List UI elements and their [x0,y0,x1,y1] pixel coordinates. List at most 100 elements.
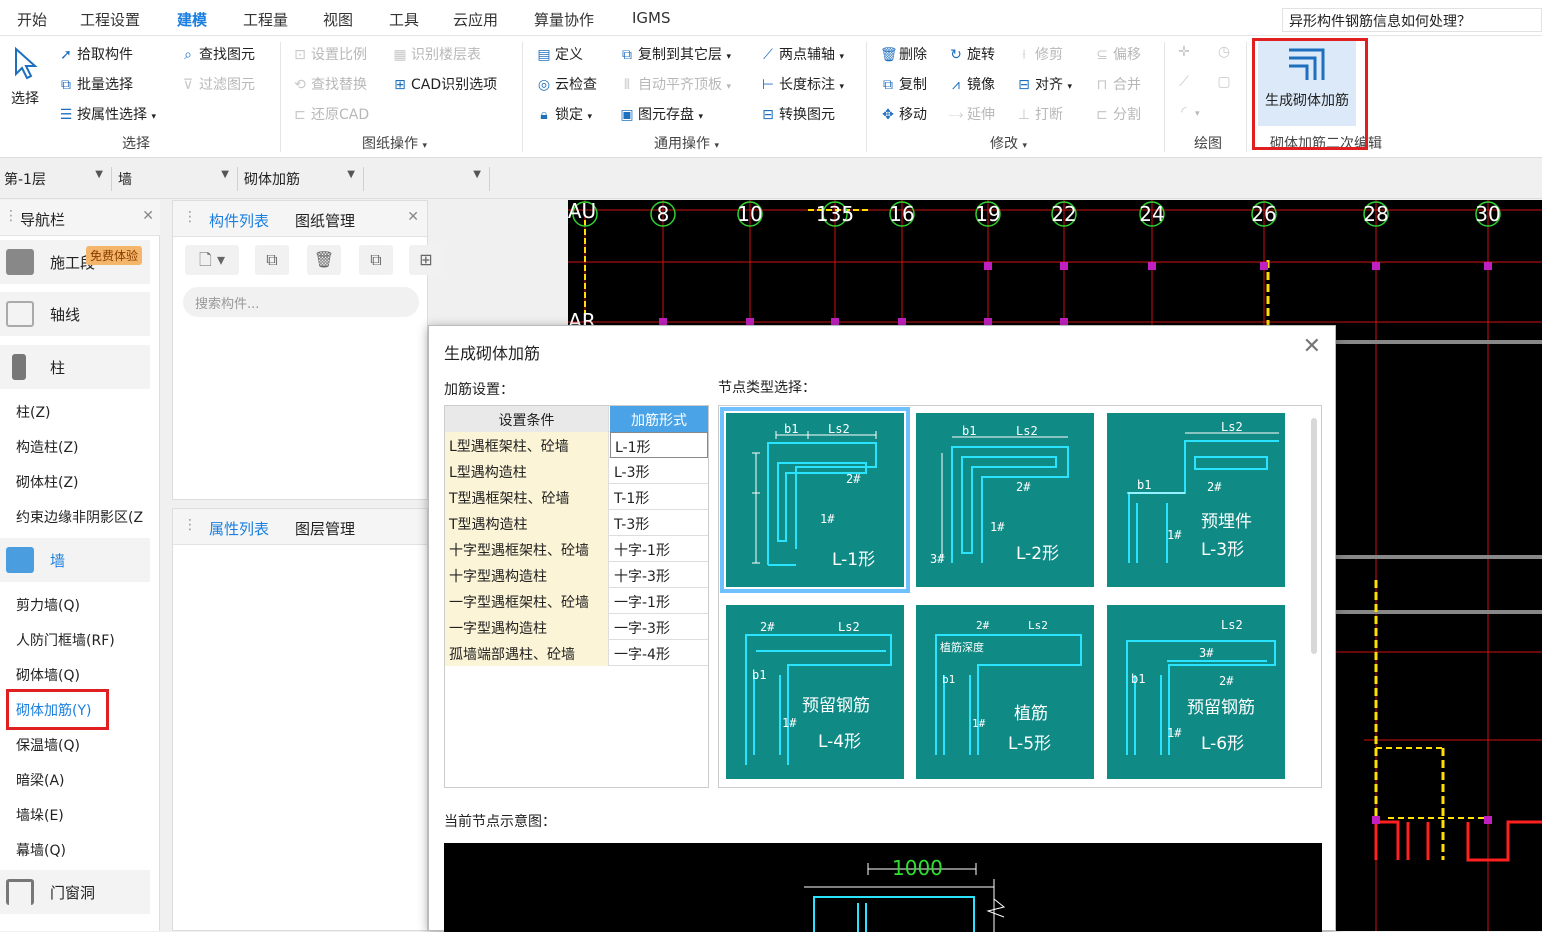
trim-button[interactable]: ⟊ 修剪 [1016,44,1063,64]
nav-item-shear-wall[interactable]: 剪力墙(Q) [16,595,80,615]
menu-igms[interactable]: IGMS [632,9,671,27]
menu-project-settings[interactable]: 工程设置 [80,9,140,30]
group-common-label[interactable]: 通用操作 ▾ [654,133,719,153]
nav-item-civil-defense-wall[interactable]: 人防门框墙(RF) [16,630,115,650]
nav-item-insulation-wall[interactable]: 保温墙(Q) [16,735,80,755]
nav-item-column[interactable]: 柱(Z) [16,402,51,422]
tab-drawing-management[interactable]: 图纸管理 [295,210,355,231]
move-button[interactable]: ✥ 移动 [880,104,927,124]
component-search-input[interactable]: 搜索构件... [183,287,419,317]
recognize-floor-button[interactable]: ▦ 识别楼层表 [392,44,481,64]
filter-component-button[interactable]: ⊞ [409,245,443,275]
tab-component-list[interactable]: 构件列表 [209,210,269,231]
batch-select-button[interactable]: ⧉ 批量选择 [58,74,133,94]
tab-property-list[interactable]: 属性列表 [209,518,269,539]
nav-item-hidden-beam[interactable]: 暗梁(A) [16,770,65,790]
subtype-select[interactable]: 砌体加筋 ▼ [240,167,364,191]
form-cell[interactable]: T-3形 [610,510,708,536]
nav-item-masonry-column[interactable]: 砌体柱(Z) [16,472,79,492]
merge-button[interactable]: ⊓ 合并 [1094,74,1141,94]
element-save-button[interactable]: ▣ 图元存盘 ▾ [619,104,703,124]
table-row[interactable]: L型遇框架柱、砼墙 L-1形 [445,432,708,458]
layer-copy-button[interactable]: ⧉ [359,245,393,275]
draw-line-button[interactable]: ⟋ [1176,74,1195,90]
group-modify-label[interactable]: 修改 ▾ [990,133,1027,153]
two-point-axis-button[interactable]: ⟋ 两点辅轴 ▾ [760,44,844,64]
table-row[interactable]: 十字型遇框架柱、砼墙 十字-1形 [445,536,708,562]
node-option-l4[interactable]: 2# Ls2 b1 1# 预留钢筋 L-4形 [726,605,904,779]
drag-handle-icon[interactable]: ⋮ [4,208,18,224]
copy-to-other-floor-button[interactable]: ⧉ 复制到其它层 ▾ [619,44,731,64]
nav-category-openings[interactable]: 门窗洞 [0,870,150,914]
table-row[interactable]: T型遇框架柱、砼墙 T-1形 [445,484,708,510]
draw-arc-button[interactable]: ◜ ▾ [1176,104,1199,120]
mirror-button[interactable]: ⩘ 镜像 [948,74,995,94]
nav-item-wall-pier[interactable]: 墙垛(E) [16,805,64,825]
close-icon[interactable]: ✕ [407,209,419,225]
menu-view[interactable]: 视图 [323,9,353,30]
menu-tools[interactable]: 工具 [389,9,419,30]
nav-category-axis[interactable]: 轴线 [0,292,150,336]
drag-handle-icon[interactable]: ⋮ [183,209,197,225]
nav-item-curtain-wall[interactable]: 幕墙(Q) [16,840,66,860]
table-row[interactable]: 一字型遇构造柱 一字-3形 [445,614,708,640]
copy-button[interactable]: ⧉ 复制 [880,74,927,94]
draw-rect-button[interactable]: ▢ [1216,74,1235,90]
group-drawing-label[interactable]: 图纸操作 ▾ [362,133,427,153]
delete-component-button[interactable]: 🗑︎ [307,245,341,275]
length-dimension-button[interactable]: ⊢ 长度标注 ▾ [760,74,844,94]
split-button[interactable]: ⊏ 分割 [1094,104,1141,124]
select-by-property-button[interactable]: ☰ 按属性选择 ▾ [58,104,156,124]
cad-options-button[interactable]: ⊞ CAD识别选项 [392,74,497,94]
find-element-button[interactable]: ⌕ 查找图元 [180,44,255,64]
node-option-l5[interactable]: 2# Ls2 植筋深度 b1 1# 植筋 L-5形 [916,605,1094,779]
filter-element-button[interactable]: ⊽ 过滤图元 [180,74,255,94]
form-cell[interactable]: 十字-1形 [610,536,708,562]
table-row[interactable]: L型遇构造柱 L-3形 [445,458,708,484]
menu-start[interactable]: 开始 [17,9,47,30]
nav-item-boundary-column[interactable]: 约束边缘非阴影区(Z [16,507,143,527]
align-button[interactable]: ⊟ 对齐 ▾ [1016,74,1072,94]
set-scale-button[interactable]: ⊡ 设置比例 [292,44,367,64]
pick-component-button[interactable]: ➚ 拾取构件 [58,44,133,64]
table-row[interactable]: T型遇构造柱 T-3形 [445,510,708,536]
define-button[interactable]: ▤ 定义 [536,44,583,64]
new-component-button[interactable]: 🗋︎ ▾ [185,245,239,275]
lock-button[interactable]: 🔒︎ 锁定 ▾ [536,104,592,124]
node-grid-scrollbar[interactable] [1311,418,1317,654]
delete-button[interactable]: 🗑︎删除 [880,44,927,64]
menu-collab[interactable]: 算量协作 [534,9,594,30]
nav-category-wall[interactable]: 墙 [0,538,150,582]
component-select[interactable]: ▼ [366,167,490,191]
form-cell[interactable]: L-1形 [610,432,708,458]
rotate-button[interactable]: ↻ 旋转 [948,44,995,64]
type-select[interactable]: 墙 ▼ [114,167,238,191]
menu-cloud[interactable]: 云应用 [453,9,498,30]
nav-category-stage[interactable]: 施工段 免费体验 [0,240,150,284]
floor-select[interactable]: 第-1层 ▼ [0,167,112,191]
form-cell[interactable]: 一字-4形 [610,640,708,666]
form-cell[interactable]: L-3形 [610,458,708,484]
convert-element-button[interactable]: ⊟ 转换图元 [760,104,835,124]
form-cell[interactable]: 十字-3形 [610,562,708,588]
break-button[interactable]: ⊥ 打断 [1016,104,1063,124]
cloud-check-button[interactable]: ◎ 云检查 [536,74,597,94]
nav-category-column[interactable]: 柱 [0,345,150,389]
offset-button[interactable]: ⊆ 偏移 [1094,44,1141,64]
node-option-l6[interactable]: Ls2 3# b1 2# 1# 预留钢筋 L-6形 [1107,605,1285,779]
nav-item-structural-column[interactable]: 构造柱(Z) [16,437,79,457]
copy-component-button[interactable]: ⧉ [255,245,289,275]
node-option-l1[interactable]: b1 Ls2 2# 1# L-1形 [720,407,910,593]
menu-quantity[interactable]: 工程量 [243,9,288,30]
extend-button[interactable]: ⤍ 延伸 [948,104,995,124]
node-option-l2[interactable]: b1 Ls2 2# 1# 3# L-2形 [916,413,1094,587]
draw-point-button[interactable]: ✛ [1176,44,1195,60]
help-search-input[interactable]: 异形构件钢筋信息如何处理？ [1282,8,1542,32]
form-cell[interactable]: 一字-1形 [610,588,708,614]
select-big-button[interactable]: 选择 [8,46,42,108]
draw-circle-button[interactable]: ◷ [1216,44,1235,60]
table-row[interactable]: 一字型遇框架柱、砼墙 一字-1形 [445,588,708,614]
find-replace-button[interactable]: ⟲ 查找替换 [292,74,367,94]
node-option-l3[interactable]: Ls2 b1 2# 1# 预埋件 L-3形 [1107,413,1285,587]
close-icon[interactable]: ✕ [1303,334,1321,359]
